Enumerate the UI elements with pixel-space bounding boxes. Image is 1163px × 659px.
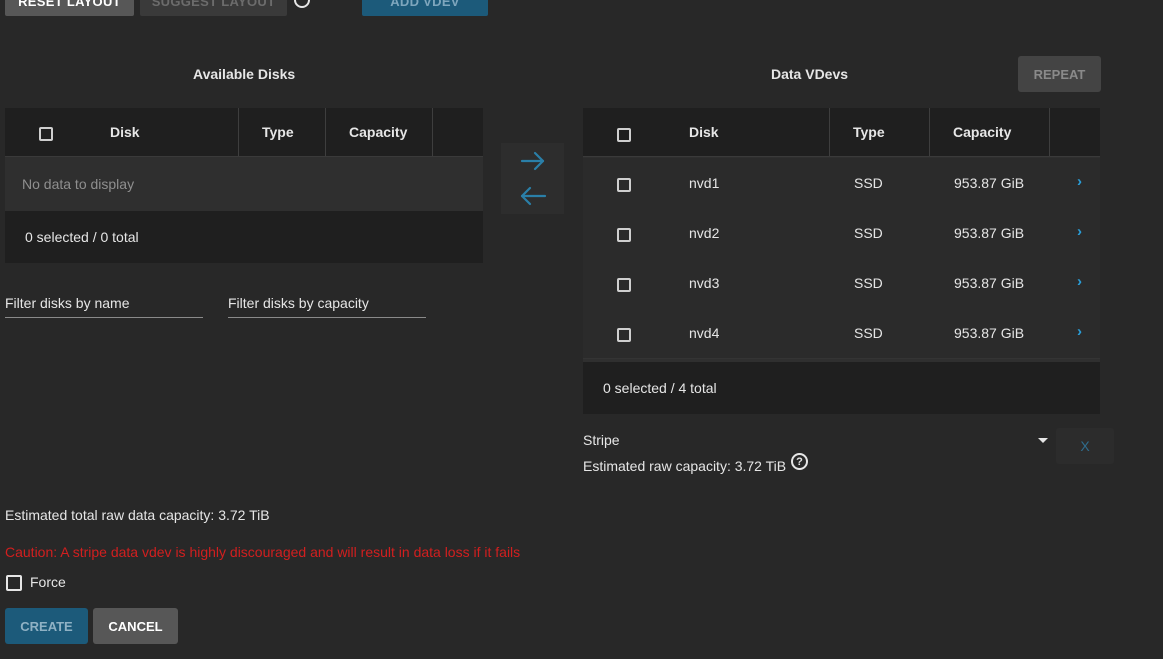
disk-type: SSD — [854, 175, 883, 191]
filter-by-capacity-input[interactable]: Filter disks by capacity — [228, 289, 426, 318]
stripe-caution-text: Caution: A stripe data vdev is highly di… — [5, 544, 521, 560]
disk-capacity: 953.87 GiB — [954, 175, 1025, 191]
estimated-total-capacity: Estimated total raw data capacity: 3.72 … — [5, 507, 270, 523]
data-vdevs-table: Disk Type Capacity nvd1 SSD 953.87 GiB ›… — [583, 108, 1100, 414]
column-header-disk[interactable]: Disk — [583, 108, 830, 156]
help-icon[interactable]: ? — [791, 453, 808, 470]
vdev-layout-select[interactable]: Stripe — [583, 432, 1048, 450]
force-label: Force — [30, 574, 66, 590]
disk-capacity: 953.87 GiB — [954, 275, 1025, 291]
disk-name: nvd3 — [689, 275, 720, 291]
dropdown-caret-icon — [1038, 438, 1048, 443]
expand-chevron-icon[interactable]: › — [1077, 223, 1082, 240]
create-button[interactable]: CREATE — [5, 608, 88, 644]
estimated-raw-capacity: Estimated raw capacity: 3.72 TiB — [583, 458, 787, 474]
force-checkbox[interactable] — [6, 575, 22, 591]
row-checkbox[interactable] — [617, 278, 631, 292]
expand-chevron-icon[interactable]: › — [1077, 273, 1082, 290]
cancel-button[interactable]: CANCEL — [93, 608, 178, 644]
empty-message: No data to display — [5, 157, 483, 211]
disk-type: SSD — [854, 325, 883, 341]
add-vdev-button[interactable]: ADD VDEV — [362, 0, 488, 16]
table-footer: 0 selected / 0 total — [5, 211, 483, 263]
available-disks-table: Disk Type Capacity No data to display 0 … — [5, 108, 483, 263]
arrow-right-icon[interactable] — [520, 151, 545, 171]
disk-name: nvd4 — [689, 325, 720, 341]
column-header-capacity[interactable]: Capacity — [326, 108, 433, 156]
expand-chevron-icon[interactable]: › — [1077, 173, 1082, 190]
disk-capacity: 953.87 GiB — [954, 325, 1025, 341]
table-row[interactable]: nvd4 SSD 953.87 GiB › — [583, 308, 1100, 359]
row-checkbox[interactable] — [617, 178, 631, 192]
move-arrows — [520, 151, 547, 206]
selection-count: 0 selected / 0 total — [25, 229, 139, 245]
row-checkbox[interactable] — [617, 328, 631, 342]
repeat-button[interactable]: REPEAT — [1018, 56, 1101, 92]
move-disks-panel — [501, 143, 564, 214]
table-footer: 0 selected / 4 total — [583, 362, 1100, 414]
help-icon[interactable] — [294, 0, 310, 8]
disk-name: nvd2 — [689, 225, 720, 241]
disk-type: SSD — [854, 275, 883, 291]
available-disks-title: Available Disks — [193, 66, 296, 82]
layout-select-value: Stripe — [583, 432, 620, 448]
row-checkbox[interactable] — [617, 228, 631, 242]
table-row[interactable]: nvd1 SSD 953.87 GiB › — [583, 158, 1100, 209]
column-header-type[interactable]: Type — [239, 108, 326, 156]
disk-capacity: 953.87 GiB — [954, 225, 1025, 241]
reset-layout-button[interactable]: RESET LAYOUT — [5, 0, 134, 16]
data-vdevs-title: Data VDevs — [771, 66, 849, 82]
column-header-type[interactable]: Type — [830, 108, 930, 156]
remove-vdev-button[interactable]: X — [1056, 428, 1114, 464]
expand-chevron-icon[interactable]: › — [1077, 323, 1082, 340]
column-header-disk[interactable]: Disk — [5, 108, 239, 156]
table-header: Disk Type Capacity — [583, 108, 1100, 157]
filter-by-name-input[interactable]: Filter disks by name — [5, 289, 203, 318]
table-row[interactable]: nvd2 SSD 953.87 GiB › — [583, 208, 1100, 259]
arrow-left-icon[interactable] — [520, 186, 547, 206]
selection-count: 0 selected / 4 total — [603, 380, 717, 396]
disk-type: SSD — [854, 225, 883, 241]
suggest-layout-button[interactable]: SUGGEST LAYOUT — [140, 0, 287, 16]
column-header-capacity[interactable]: Capacity — [930, 108, 1050, 156]
disk-name: nvd1 — [689, 175, 720, 191]
table-row[interactable]: nvd3 SSD 953.87 GiB › — [583, 258, 1100, 309]
table-header: Disk Type Capacity — [5, 108, 483, 157]
